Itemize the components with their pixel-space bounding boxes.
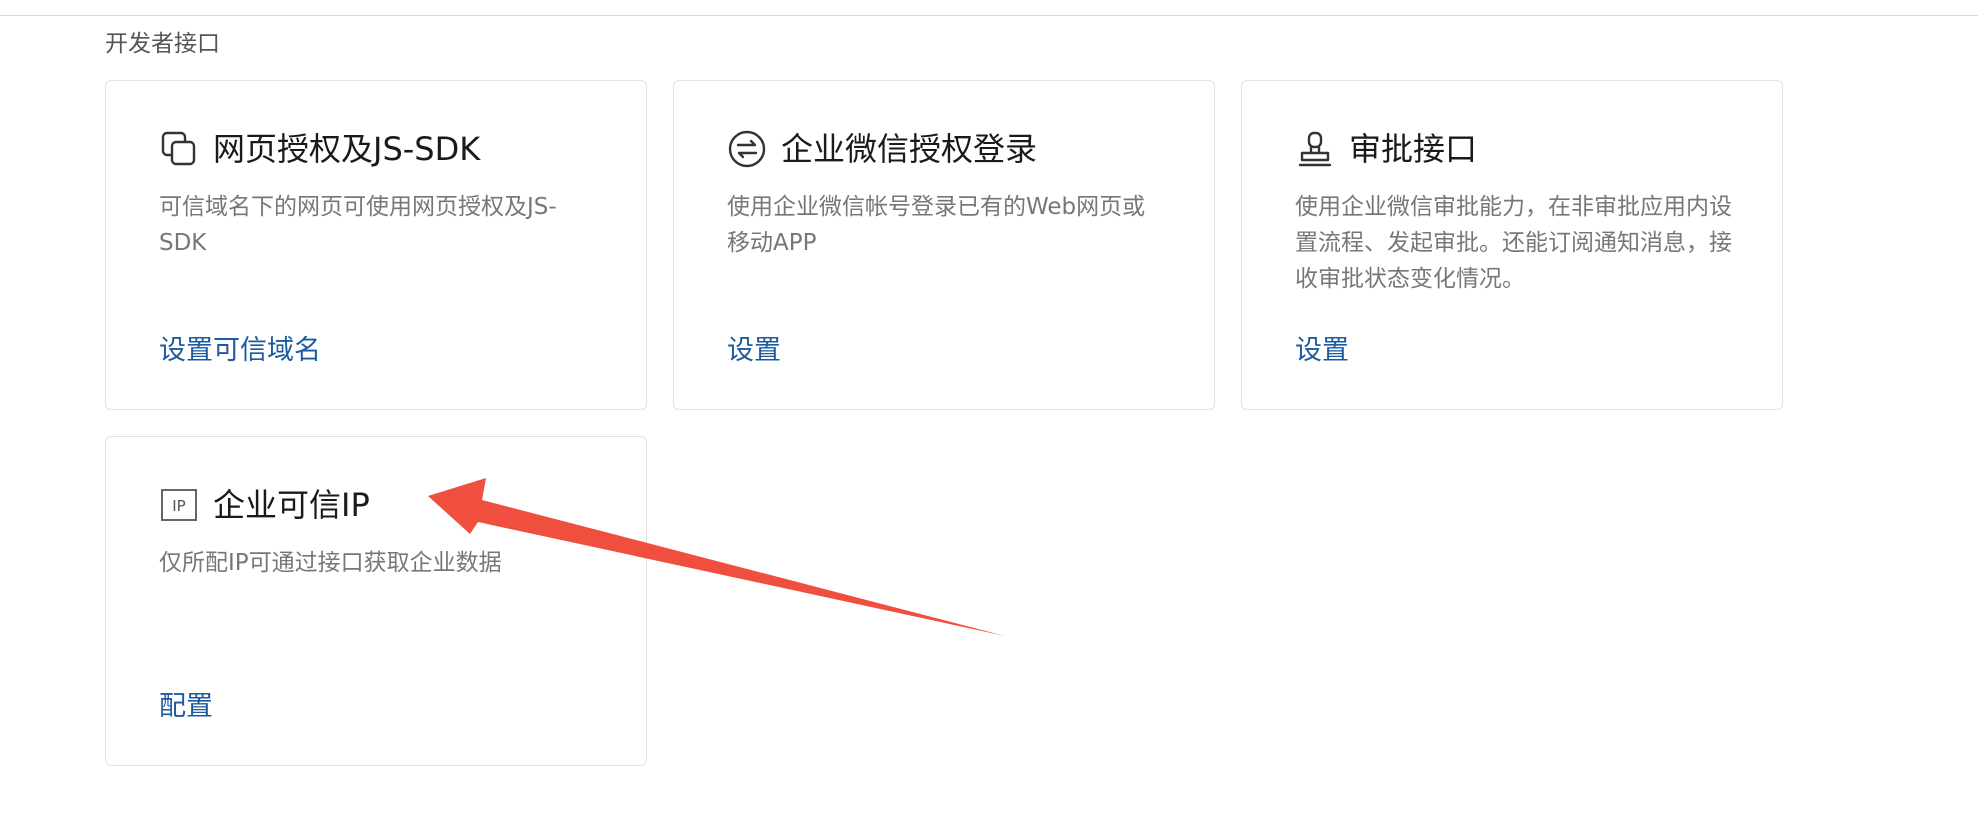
svg-text:IP: IP	[172, 497, 185, 515]
copy-squares-icon	[159, 129, 199, 169]
configure-link[interactable]: 配置	[159, 689, 213, 725]
settings-link[interactable]: 设置	[1295, 333, 1349, 369]
card-header: 企业微信授权登录	[727, 129, 1037, 169]
card-title: 网页授权及JS-SDK	[213, 130, 481, 168]
card-approval-api: 审批接口 使用企业微信审批能力，在非审批应用内设置流程、发起审批。还能订阅通知消…	[1241, 80, 1783, 410]
card-header: IP 企业可信IP	[159, 485, 370, 525]
card-header: 审批接口	[1295, 129, 1477, 169]
settings-link[interactable]: 设置	[727, 333, 781, 369]
top-window-edge	[0, 0, 1978, 16]
card-title: 审批接口	[1349, 130, 1478, 168]
card-description: 仅所配IP可通过接口获取企业数据	[159, 550, 502, 576]
section-title: 开发者接口	[105, 31, 220, 57]
card-title: 企业微信授权登录	[781, 130, 1038, 168]
set-trusted-domain-link[interactable]: 设置可信域名	[159, 333, 321, 369]
card-description: 使用企业微信帐号登录已有的Web网页或移动APP	[727, 194, 1146, 256]
ip-box-icon: IP	[159, 485, 199, 525]
card-web-auth-jssdk: 网页授权及JS-SDK 可信域名下的网页可使用网页授权及JS-SDK 设置可信域…	[105, 80, 647, 410]
card-wecom-auth-login: 企业微信授权登录 使用企业微信帐号登录已有的Web网页或移动APP 设置	[673, 80, 1215, 410]
card-title: 企业可信IP	[213, 486, 370, 524]
card-description: 可信域名下的网页可使用网页授权及JS-SDK	[159, 194, 557, 256]
card-description: 使用企业微信审批能力，在非审批应用内设置流程、发起审批。还能订阅通知消息，接收审…	[1295, 194, 1732, 292]
stamp-icon	[1295, 129, 1335, 169]
card-header: 网页授权及JS-SDK	[159, 129, 480, 169]
card-trusted-ip: IP 企业可信IP 仅所配IP可通过接口获取企业数据 配置	[105, 436, 647, 766]
exchange-circle-icon	[727, 129, 767, 169]
